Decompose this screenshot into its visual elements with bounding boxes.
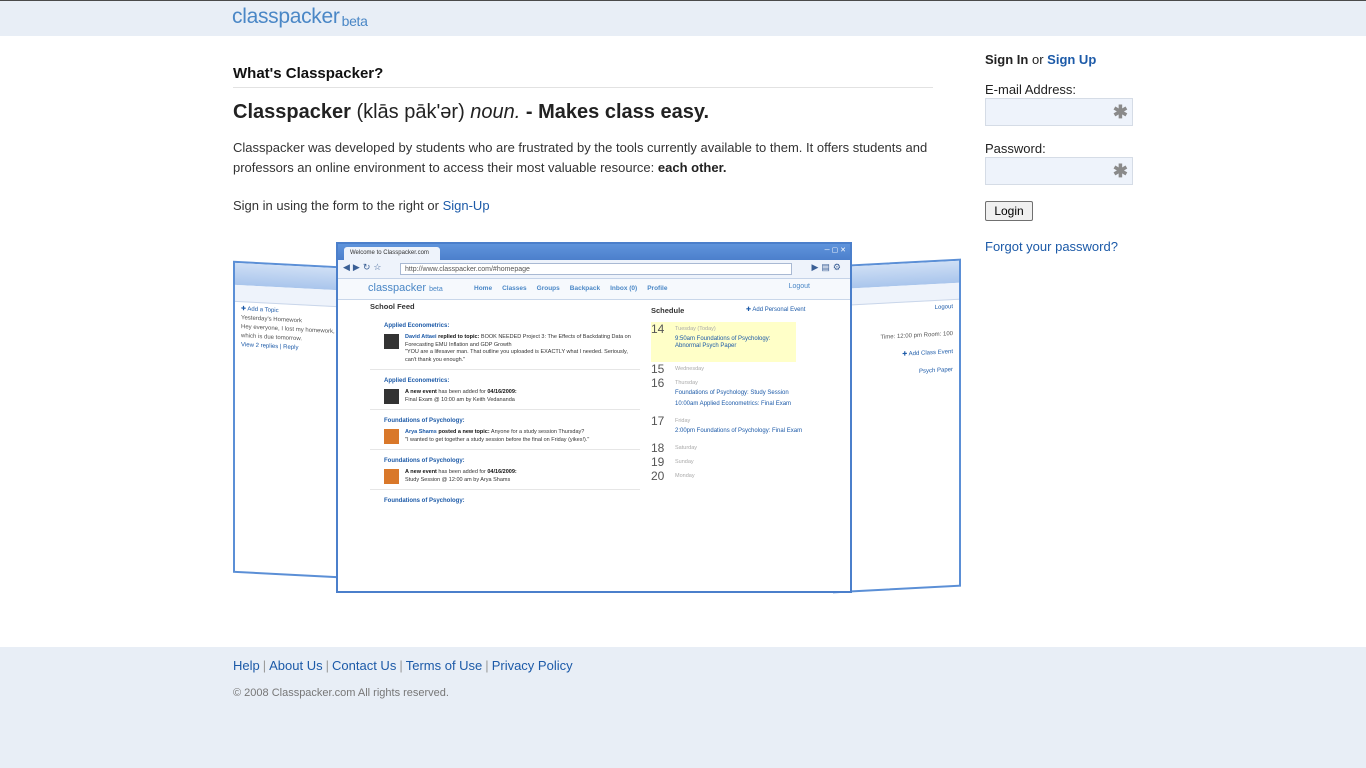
signin-prompt-text: Sign in using the form to the right or [233,198,439,213]
description: Classpacker was developed by students wh… [233,138,933,178]
preview-nav: Home Classes Groups Backpack Inbox (0) Profil… [474,285,668,292]
preview-schedule: Schedule ✚ Add Personal Event 14 Tuesday … [651,306,806,483]
headline-name: Classpacker [233,101,351,123]
logo-text: classpacker [232,5,340,28]
preview-logo: classpacker beta [368,282,443,294]
password-label: Password: [985,141,1046,156]
screenshot-right-window: Logout Time: 12:00 pm Room: 100 ✚ Add Clas… [833,258,961,594]
feed-item: Foundations of Psychology: A new event h… [370,458,640,490]
footer-link-help[interactable]: Help [233,658,260,673]
feed-item: Applied Econometrics: David Attaei repli… [370,323,640,370]
required-icon: ✱ [1112,161,1128,181]
footer-link-contact[interactable]: Contact Us [332,658,396,673]
add-event-link: ✚ Add Personal Event [746,307,806,313]
footer-link-about[interactable]: About Us [269,658,322,673]
browser-tab: Welcome to Classpacker.com [344,247,440,260]
preview-logout: Logout [788,283,810,290]
footer: Help | About Us | Contact Us | Terms of Use | Pr… [0,647,1366,768]
email-field[interactable]: ✱ [985,98,1133,126]
feed-item: Applied Econometrics: A new event has be… [370,378,640,410]
headline-pos: noun. [470,101,521,123]
forgot-password-link[interactable]: Forgot your password? [985,239,1135,254]
top-bar: classpacker beta [0,0,1366,36]
browser-address: http://www.classpacker.com/#homepage [400,263,792,275]
headline-pronunciation: (klās pāk'ər) [356,101,465,123]
signin-panel: Sign In or Sign Up E-mail Address: ✱ Pas… [985,52,1135,254]
browser-menu-icon: ▶▤⚙ [811,262,844,272]
required-icon: ✱ [1112,102,1128,122]
main-content: What's Classpacker? Classpacker (klās pā… [233,60,933,213]
logo[interactable]: classpacker beta [232,5,368,29]
logo-beta: beta [341,13,368,29]
preview-school-feed: School Feed Applied Econometrics: David … [370,302,640,509]
login-button[interactable]: Login [985,201,1033,221]
signup-link-inline[interactable]: Sign-Up [443,198,490,213]
screenshot-main-window: Welcome to Classpacker.com ─ ▢ ✕ ◀▶↻☆ ht… [336,242,852,593]
signin-title-or: or [1031,52,1044,67]
signin-prompt: Sign in using the form to the right or S… [233,198,933,213]
headline-tagline: - Makes class easy. [525,101,710,123]
footer-link-terms[interactable]: Terms of Use [406,658,483,673]
browser-nav-icon: ◀▶↻☆ [343,262,385,272]
section-title: What's Classpacker? [233,65,933,88]
window-controls-icon: ─ ▢ ✕ [824,247,846,254]
signup-link[interactable]: Sign Up [1047,52,1096,67]
headline: Classpacker (klās pāk'ər) noun. - Makes … [233,101,933,124]
signin-title-strong: Sign In [985,52,1029,67]
avatar [384,389,399,404]
footer-links: Help | About Us | Contact Us | Terms of Use | Pr… [233,658,573,673]
description-emphasis: each other. [657,160,727,175]
description-text: Classpacker was developed by students wh… [233,140,928,175]
password-field[interactable]: ✱ [985,157,1133,185]
feed-item: Foundations of Psychology: Arya Shams po… [370,418,640,450]
email-label: E-mail Address: [985,82,1077,97]
signin-title: Sign In or Sign Up [985,52,1135,67]
avatar [384,429,399,444]
footer-link-privacy[interactable]: Privacy Policy [492,658,573,673]
product-screenshot: ✚ Add a Topic Yesterday's Homework Hey eve… [233,242,963,594]
avatar [384,469,399,484]
avatar [384,334,399,349]
copyright: © 2008 Classpacker.com All rights reserv… [233,687,449,699]
